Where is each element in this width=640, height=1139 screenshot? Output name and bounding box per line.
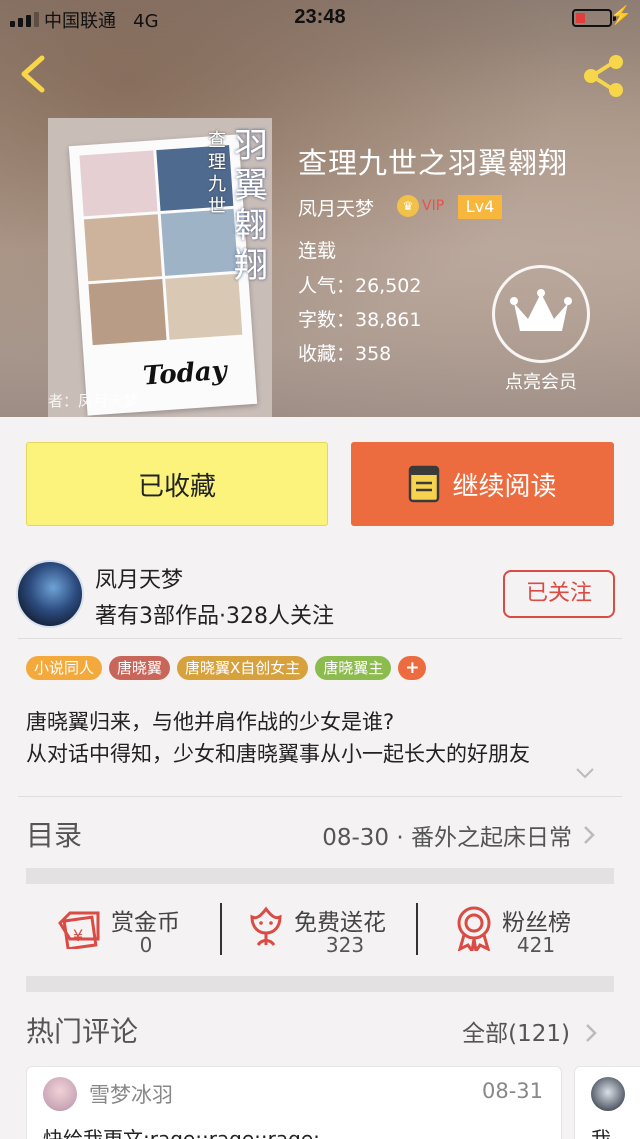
crown-icon (510, 289, 572, 331)
author-row[interactable]: 凤月天梦 著有3部作品·328人关注 已关注 (0, 548, 640, 638)
divider (18, 638, 622, 639)
book-header: 中国联通 4G 23:48 ⚡ Today 羽翼翱翔 查理九世 者：凤月天梦 查 (0, 0, 640, 417)
section-separator (26, 976, 614, 992)
popularity: 人气：26,502 (298, 275, 422, 297)
book-icon (409, 465, 440, 503)
vip-member-label[interactable]: 点亮会员 (492, 368, 590, 394)
favorite-count: 收藏：358 (298, 343, 392, 365)
comment-card[interactable]: 雪梦冰羽 08-31 快给我更文:rage::rage::rage: (26, 1066, 562, 1139)
status-bar: 中国联通 4G 23:48 ⚡ (0, 0, 640, 36)
chevron-left-icon (21, 55, 45, 93)
battery-icon (572, 9, 616, 27)
follow-button[interactable]: 已关注 (503, 570, 615, 618)
reward-coins-button[interactable]: ¥ 赏金币 0 (56, 885, 206, 975)
hot-comments-title: 热门评论 (26, 1015, 139, 1048)
comment-text: 我 (591, 1127, 611, 1139)
commenter-name[interactable]: 雪梦冰羽 (89, 1079, 173, 1109)
vip-member-button[interactable] (492, 265, 590, 363)
fan-ranking-button[interactable]: 粉丝榜 421 (454, 885, 614, 975)
tag-list: 小说同人 唐晓翼 唐晓翼X自创女主 唐晓翼主 + (26, 656, 427, 680)
commenter-avatar[interactable] (43, 1077, 77, 1111)
word-count: 字数：38,861 (298, 309, 422, 331)
expand-chevron-icon[interactable] (574, 766, 596, 780)
comment-text: 快给我更文:rage::rage::rage: (43, 1127, 320, 1139)
red-envelope-icon: ¥ (58, 911, 100, 949)
toc-title: 目录 (26, 819, 83, 852)
send-flower-button[interactable]: 免费送花 323 (246, 885, 426, 975)
commenter-avatar[interactable] (591, 1077, 625, 1111)
cover-vertical-title: 羽翼翱翔 (234, 126, 268, 286)
chevron-right-icon (584, 826, 595, 844)
vertical-separator (220, 903, 222, 955)
section-separator (26, 868, 614, 884)
cover-author-credit: 者：凤月天梦 (48, 392, 139, 410)
continue-reading-button[interactable]: 继续阅读 (351, 442, 614, 526)
charging-icon: ⚡ (609, 5, 632, 25)
vertical-separator (416, 903, 418, 955)
tag-chip[interactable]: 唐晓翼 (109, 656, 171, 680)
latest-chapter[interactable]: 08-30 · 番外之起床日常 (322, 818, 572, 852)
author-avatar[interactable] (16, 560, 84, 628)
gift-bar: ¥ 赏金币 0 免费送花 323 粉丝榜 421 (26, 885, 614, 975)
author-stats: 著有3部作品·328人关注 (95, 604, 334, 629)
chevron-right-icon[interactable] (584, 1022, 598, 1044)
tag-chip[interactable]: 唐晓翼主 (315, 656, 392, 680)
svg-text:¥: ¥ (73, 926, 83, 945)
clock: 23:48 (294, 6, 346, 28)
tag-chip[interactable]: 唐晓翼X自创女主 (177, 656, 309, 680)
add-tag-button[interactable]: + (398, 656, 427, 680)
vip-badge: ♛ VIP (397, 193, 444, 219)
book-cover[interactable]: Today 羽翼翱翔 查理九世 者：凤月天梦 (48, 118, 272, 417)
cover-vertical-subtitle: 查理九世 (208, 130, 226, 217)
divider (18, 796, 622, 797)
table-of-contents-row[interactable]: 目录 08-30 · 番外之起床日常 (26, 808, 596, 858)
comment-card[interactable]: 我 (574, 1066, 640, 1139)
medal-icon (457, 906, 491, 951)
book-author[interactable]: 凤月天梦 (298, 194, 374, 221)
share-button[interactable] (580, 52, 628, 100)
serial-status: 连载 (298, 240, 337, 262)
author-name[interactable]: 凤月天梦 (95, 562, 183, 594)
cover-today-text: Today (141, 355, 228, 392)
tag-chip[interactable]: 小说同人 (26, 656, 103, 680)
flower-icon (250, 906, 282, 946)
description-line: 从对话中得知，少女和唐晓翼事从小一起长大的好朋友 (26, 742, 530, 766)
vip-crown-icon: ♛ (397, 195, 419, 217)
all-comments-link[interactable]: 全部(121) (462, 1014, 570, 1048)
favorited-button[interactable]: 已收藏 (26, 442, 328, 526)
comment-date: 08-31 (481, 1079, 543, 1103)
book-title: 查理九世之羽翼翱翔 (298, 146, 569, 180)
description-line: 唐晓翼归来，与他并肩作战的少女是谁? (26, 710, 395, 734)
back-button[interactable] (14, 52, 54, 96)
level-badge: Lv4 (458, 195, 502, 219)
share-icon (584, 55, 623, 97)
